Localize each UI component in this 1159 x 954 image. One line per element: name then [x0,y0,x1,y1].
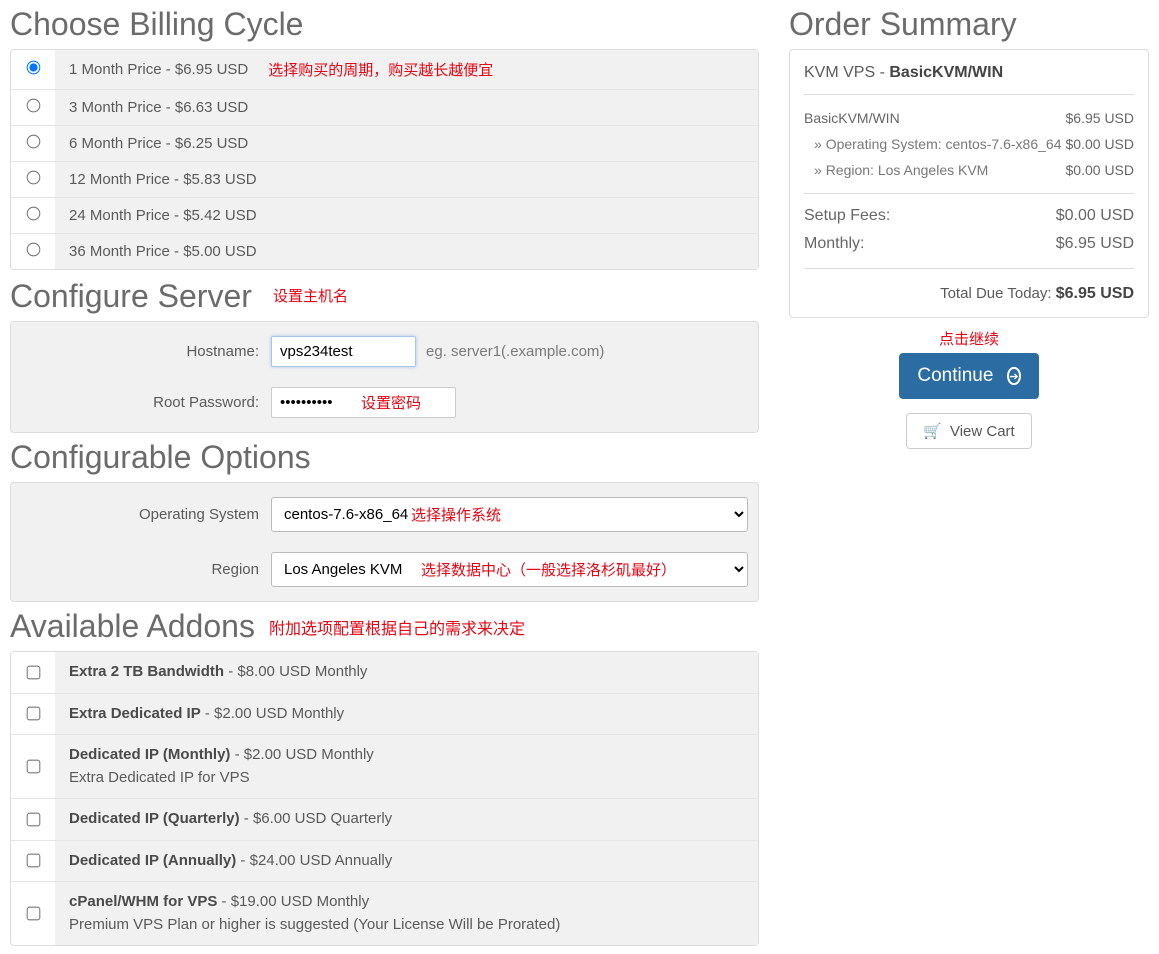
billing-label-3m[interactable]: 3 Month Price - $6.63 USD [55,90,758,125]
addon-label-bandwidth[interactable]: Extra 2 TB Bandwidth - $8.00 USD Monthly [55,652,758,693]
continue-button[interactable]: Continue ➔ [899,353,1039,399]
addon-check-ip-quarterly[interactable] [26,812,40,826]
view-cart-button[interactable]: 🛒 View Cart [906,413,1031,449]
rootpw-label: Root Password: [21,394,271,411]
addon-label-extra-ip[interactable]: Extra Dedicated IP - $2.00 USD Monthly [55,694,758,735]
hostname-label: Hostname: [21,343,271,360]
summary-monthly: Monthly:$6.95 USD [804,230,1134,258]
addons-annotation: 附加选项配置根据自己的需求来决定 [269,615,525,639]
addon-check-bandwidth[interactable] [26,665,40,679]
configurable-options-title: Configurable Options [10,439,759,476]
addon-label-ip-monthly[interactable]: Dedicated IP (Monthly) - $2.00 USD Month… [55,735,758,798]
billing-label-24m[interactable]: 24 Month Price - $5.42 USD [55,198,758,233]
addon-check-cpanel[interactable] [26,907,40,921]
billing-label-36m[interactable]: 36 Month Price - $5.00 USD [55,234,758,269]
billing-cycle-panel: 1 Month Price - $6.95 USD 选择购买的周期，购买越长越便… [10,49,759,270]
summary-total: Total Due Today: $6.95 USD [804,277,1134,303]
billing-radio-1m[interactable] [26,61,40,75]
billing-label-12m[interactable]: 12 Month Price - $5.83 USD [55,162,758,197]
billing-cycle-title: Choose Billing Cycle [10,6,759,43]
billing-label-6m[interactable]: 6 Month Price - $6.25 USD [55,126,758,161]
billing-radio-3m[interactable] [26,99,40,113]
billing-radio-12m[interactable] [26,171,40,185]
os-label: Operating System [21,506,271,523]
region-select[interactable]: Los Angeles KVM [271,552,748,587]
order-summary-panel: KVM VPS - BasicKVM/WIN BasicKVM/WIN$6.95… [789,49,1149,318]
configure-server-title: Configure Server [10,278,759,315]
hostname-input[interactable] [271,336,416,367]
addon-label-cpanel[interactable]: cPanel/WHM for VPS - $19.00 USD MonthlyP… [55,882,758,945]
configurable-options-panel: Operating System centos-7.6-x86_64 选择操作系… [10,482,759,602]
addons-panel: Extra 2 TB Bandwidth - $8.00 USD Monthly… [10,651,759,946]
addon-label-ip-annually[interactable]: Dedicated IP (Annually) - $24.00 USD Ann… [55,841,758,882]
rootpw-input[interactable] [271,387,456,418]
summary-product: KVM VPS - BasicKVM/WIN [804,64,1134,95]
region-label: Region [21,561,271,578]
summary-line-product: BasicKVM/WIN$6.95 USD [804,105,1134,131]
billing-annotation: 选择购买的周期，购买越长越便宜 [268,59,493,80]
cart-icon: 🛒 [923,422,942,440]
summary-setup-fees: Setup Fees:$0.00 USD [804,202,1134,230]
arrow-right-icon: ➔ [1007,367,1020,385]
addon-label-ip-quarterly[interactable]: Dedicated IP (Quarterly) - $6.00 USD Qua… [55,799,758,840]
summary-line-region: Region: Los Angeles KVM$0.00 USD [804,157,1134,183]
billing-label-1m[interactable]: 1 Month Price - $6.95 USD 选择购买的周期，购买越长越便… [55,50,758,89]
configure-server-panel: Hostname: eg. server1(.example.com) Root… [10,321,759,433]
order-summary-title: Order Summary [789,6,1149,43]
addon-check-ip-annually[interactable] [26,854,40,868]
addons-title: Available Addons 附加选项配置根据自己的需求来决定 [10,608,759,645]
addon-check-extra-ip[interactable] [26,707,40,721]
os-select[interactable]: centos-7.6-x86_64 [271,497,748,532]
hostname-hint: eg. server1(.example.com) [426,343,604,360]
continue-annotation: 点击继续 [789,328,1149,349]
billing-radio-24m[interactable] [26,207,40,221]
summary-line-os: Operating System: centos-7.6-x86_64$0.00… [804,131,1134,157]
addon-check-ip-monthly[interactable] [26,760,40,774]
billing-radio-6m[interactable] [26,135,40,149]
billing-radio-36m[interactable] [26,243,40,257]
